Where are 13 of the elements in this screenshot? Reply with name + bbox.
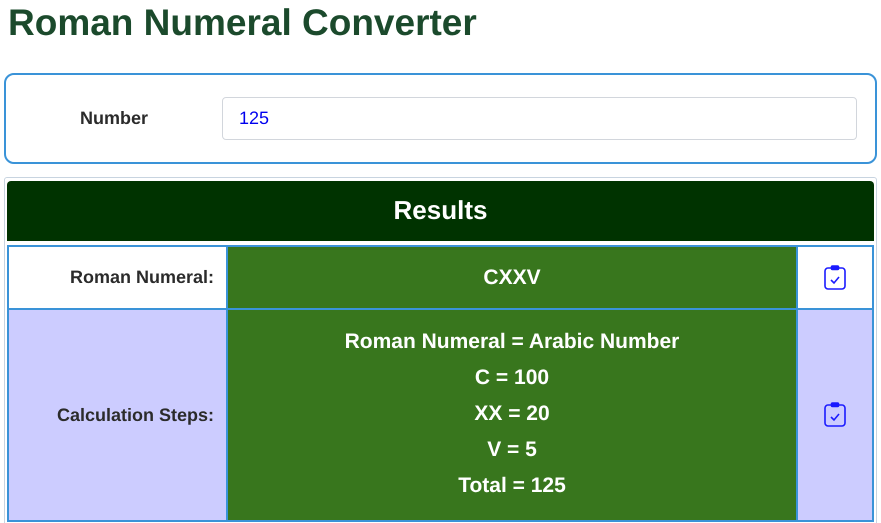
result-line: Roman Numeral = Arabic Number: [344, 329, 680, 355]
result-line: XX = 20: [474, 401, 550, 427]
copy-clipboard-icon[interactable]: [823, 402, 847, 428]
page-title: Roman Numeral Converter: [7, 1, 478, 45]
result-line: Total = 125: [458, 473, 566, 499]
copy-clipboard-icon[interactable]: [823, 264, 847, 290]
result-line: CXXV: [483, 264, 541, 290]
number-label: Number: [80, 108, 148, 129]
row-label: Calculation Steps:: [9, 308, 226, 520]
result-line: C = 100: [474, 365, 550, 391]
result-line: V = 5: [487, 437, 537, 463]
number-input[interactable]: 125: [222, 97, 857, 140]
results-heading: Results: [7, 181, 874, 241]
